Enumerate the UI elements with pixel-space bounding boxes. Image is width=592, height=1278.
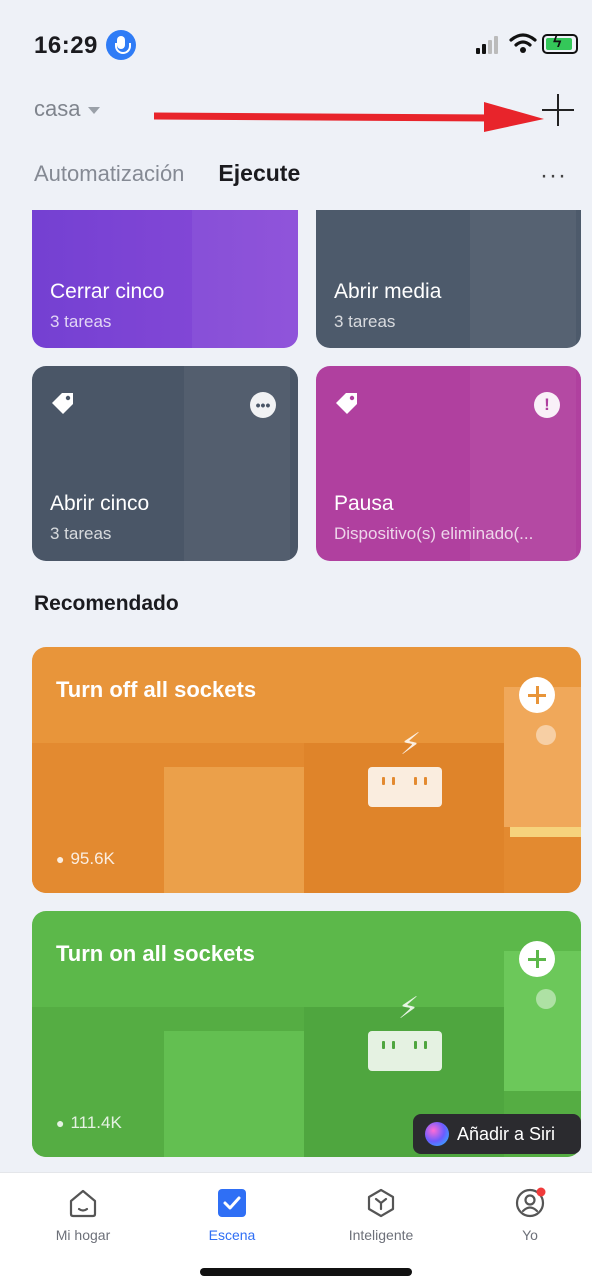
- tag-icon: [336, 393, 357, 414]
- add-to-siri-button[interactable]: Añadir a Siri: [413, 1114, 581, 1154]
- home-name: casa: [34, 96, 81, 121]
- nav-item-escena[interactable]: Escena: [182, 1187, 282, 1243]
- nav-label: Mi hogar: [55, 1227, 111, 1243]
- scene-check-icon: [218, 1189, 246, 1217]
- home-icon: [69, 1189, 97, 1218]
- scene-grid: Cerrar cinco 3 tareas Abrir media 3 tare…: [0, 210, 592, 570]
- siri-label: Añadir a Siri: [457, 1123, 556, 1144]
- drop-icon: ●: [56, 1115, 65, 1131]
- smart-icon: [367, 1188, 395, 1218]
- wifi-icon: [509, 33, 537, 53]
- nav-label: Yo: [522, 1227, 538, 1243]
- home-indicator: [200, 1268, 412, 1276]
- recommended-title: Turn off all sockets: [56, 677, 257, 702]
- recommended-card-turn-off[interactable]: Turn off all sockets ⚡ ● 95.6K: [32, 647, 581, 893]
- scene-card-abrir-media[interactable]: Abrir media 3 tareas: [316, 210, 581, 348]
- caret-down-icon: [88, 106, 101, 114]
- app-screen: 16:29 ϟ casa Automatización Ejecute ··· …: [0, 0, 592, 1278]
- nav-item-mi-hogar[interactable]: Mi hogar: [33, 1187, 133, 1243]
- section-title-recommended: Recomendado: [34, 592, 179, 615]
- cellular-signal-icon: [476, 36, 500, 54]
- recommended-title: Turn on all sockets: [56, 941, 255, 966]
- usage-count: ● 111.4K: [56, 1113, 122, 1132]
- scene-name: Pausa: [334, 492, 394, 515]
- add-recommended-button[interactable]: [519, 677, 555, 713]
- add-scene-button[interactable]: [538, 90, 578, 130]
- scene-task-count: 3 tareas: [50, 524, 112, 543]
- tab-automatizacion[interactable]: Automatización: [34, 161, 184, 187]
- bottom-navigation: Mi hogar Escena Inteligente Yo: [0, 1172, 592, 1278]
- tag-icon: [52, 393, 73, 414]
- nav-label: Escena: [208, 1227, 256, 1243]
- warning-icon: !: [534, 392, 560, 418]
- more-options-button[interactable]: ···: [540, 162, 567, 190]
- nav-label: Inteligente: [348, 1227, 414, 1243]
- scene-card-abrir-cinco[interactable]: ••• Abrir cinco 3 tareas: [32, 366, 298, 561]
- scene-task-count: 3 tareas: [334, 312, 396, 331]
- scene-name: Cerrar cinco: [50, 280, 165, 303]
- scene-task-count: Dispositivo(s) eliminado(...: [334, 524, 534, 543]
- power-off-icon: ⚡: [400, 728, 422, 761]
- drop-icon: ●: [56, 851, 65, 867]
- home-selector[interactable]: casa: [34, 96, 101, 122]
- tab-ejecute[interactable]: Ejecute: [218, 160, 300, 187]
- scene-task-count: 3 tareas: [50, 312, 112, 331]
- siri-icon: [425, 1122, 449, 1146]
- scene-name: Abrir cinco: [50, 492, 150, 515]
- more-icon[interactable]: •••: [250, 392, 276, 418]
- socket-icon: [368, 767, 442, 807]
- annotation-arrow: [154, 102, 544, 132]
- nav-item-yo[interactable]: Yo: [480, 1187, 580, 1243]
- scene-name: Abrir media: [334, 280, 442, 303]
- socket-icon: [368, 1031, 442, 1071]
- nav-item-inteligente[interactable]: Inteligente: [331, 1187, 431, 1243]
- add-recommended-button[interactable]: [519, 941, 555, 977]
- status-bar: 16:29 ϟ: [0, 0, 592, 90]
- scene-tabs: Automatización Ejecute: [34, 160, 300, 187]
- status-time: 16:29: [34, 32, 98, 59]
- scene-card-pausa[interactable]: ! Pausa Dispositivo(s) eliminado(...: [316, 366, 581, 561]
- battery-icon: ϟ: [542, 34, 578, 54]
- scene-card-cerrar-cinco[interactable]: Cerrar cinco 3 tareas: [32, 210, 298, 348]
- microphone-icon: [106, 30, 136, 60]
- power-on-icon: ⚡: [398, 992, 420, 1025]
- profile-icon: [515, 1187, 546, 1218]
- usage-count: ● 95.6K: [56, 849, 115, 868]
